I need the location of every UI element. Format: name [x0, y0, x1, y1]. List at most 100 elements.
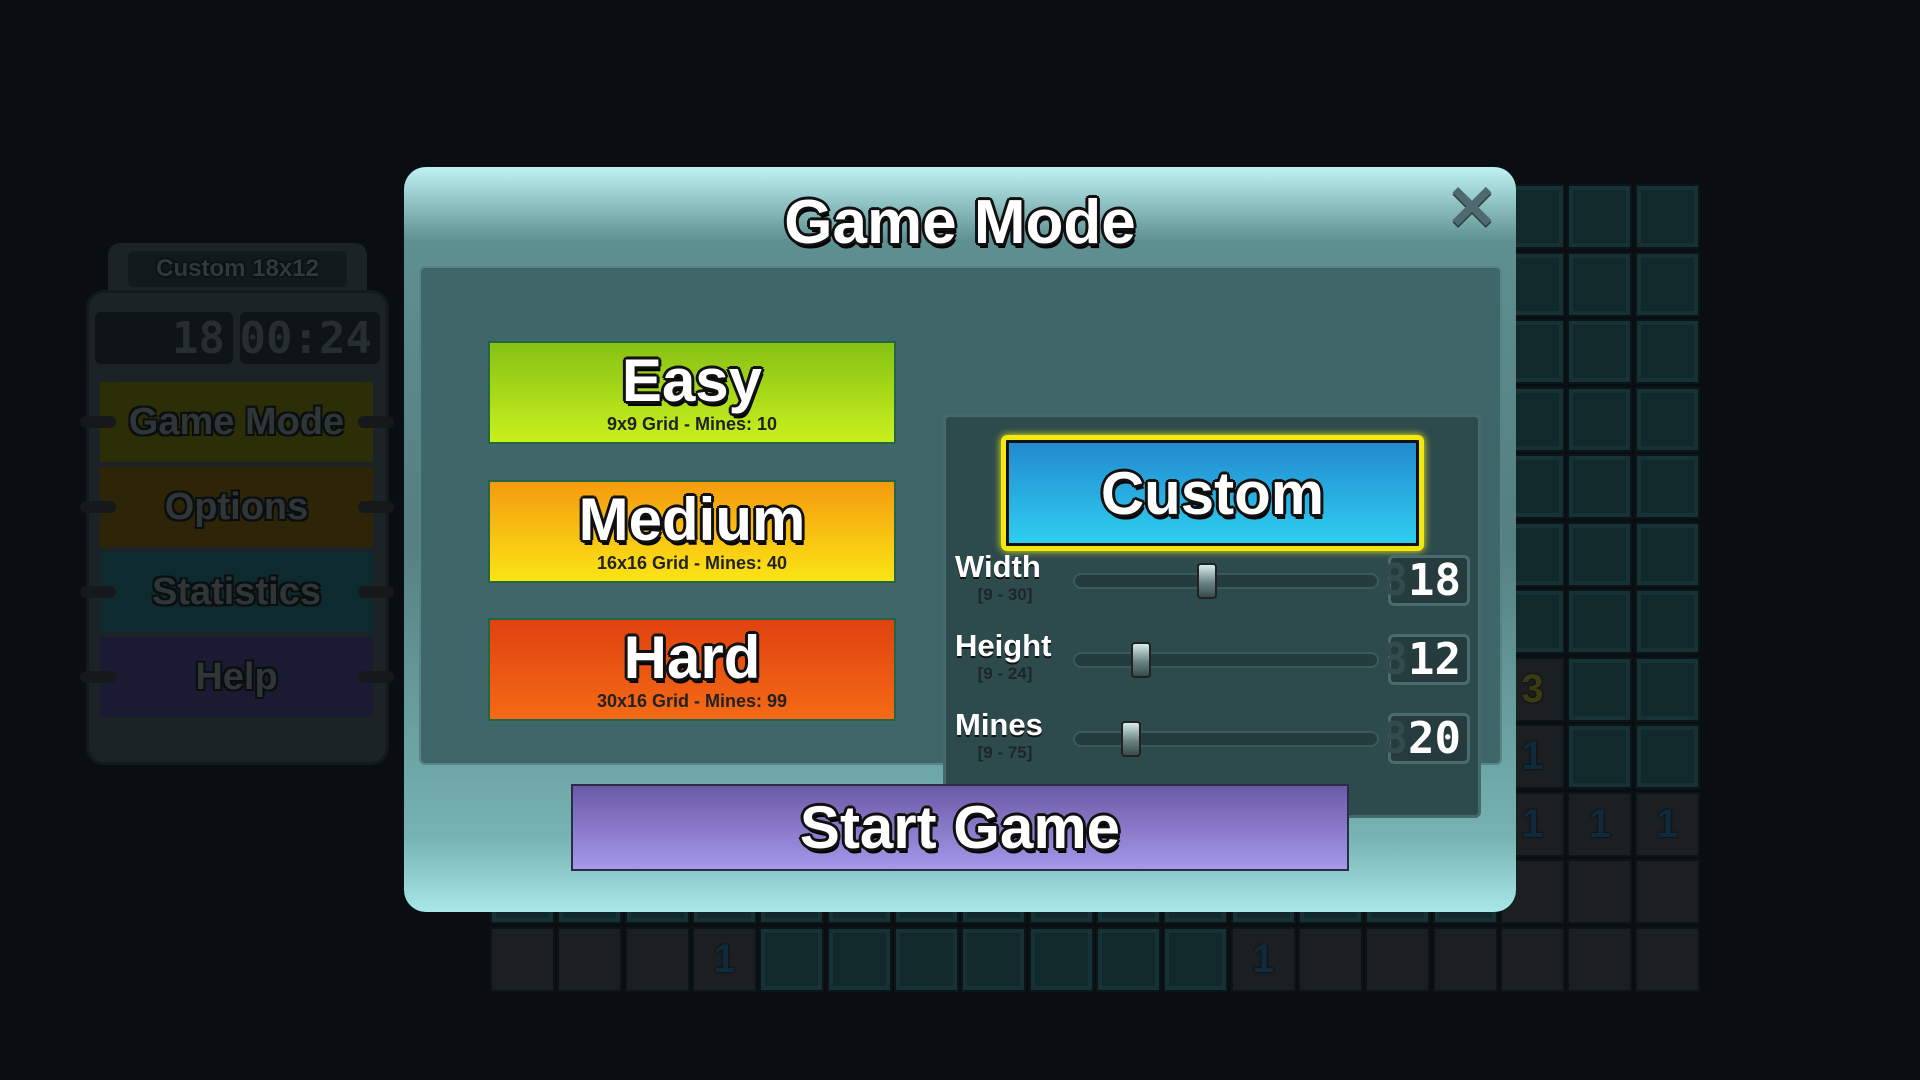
mode-tab: Custom 18x12: [108, 243, 367, 295]
preset-label: Easy: [621, 347, 763, 414]
revealed-cell[interactable]: [1634, 926, 1700, 992]
revealed-cell[interactable]: [1432, 926, 1498, 992]
hidden-cell[interactable]: [1567, 251, 1633, 317]
peg: [80, 501, 116, 513]
mine-counter: 18: [95, 312, 233, 364]
hidden-cell[interactable]: [1567, 386, 1633, 452]
revealed-cell[interactable]: [490, 926, 555, 992]
value-text: 20: [1408, 713, 1461, 764]
cell-number: 1: [1252, 936, 1275, 981]
mode-label: Custom 18x12: [128, 251, 347, 287]
preset-label: Medium: [578, 486, 806, 553]
hidden-cell[interactable]: [1567, 184, 1633, 249]
hidden-cell[interactable]: [1634, 251, 1700, 317]
height-slider[interactable]: [1073, 652, 1379, 668]
mines-slider[interactable]: [1073, 731, 1379, 747]
dialog-title: Game Mode: [784, 188, 1136, 257]
peg: [80, 586, 116, 598]
cell-number: 1: [1588, 801, 1611, 846]
hidden-cell[interactable]: [1634, 454, 1700, 519]
preset-easy-button[interactable]: Easy 9x9 Grid - Mines: 10: [488, 341, 896, 444]
height-value: 8 12: [1382, 634, 1470, 685]
hidden-cell[interactable]: [1634, 386, 1700, 452]
revealed-cell[interactable]: [1567, 926, 1633, 992]
hidden-cell[interactable]: [759, 926, 825, 992]
game-mode-dialog: Game Mode ✕ Easy 9x9 Grid - Mines: 10 Medi…: [404, 167, 1516, 912]
width-slider-thumb[interactable]: [1197, 563, 1218, 599]
hidden-cell[interactable]: [1634, 589, 1700, 654]
revealed-cell[interactable]: [557, 926, 623, 992]
cell-number: 1: [1521, 734, 1544, 778]
revealed-cell[interactable]: [1298, 926, 1363, 992]
hidden-cell[interactable]: [1634, 319, 1700, 384]
preset-description: 16x16 Grid - Mines: 40: [596, 553, 788, 573]
side-button-label: Help: [195, 655, 278, 698]
start-game-button[interactable]: Start Game: [571, 784, 1349, 871]
peg: [358, 501, 394, 513]
hidden-cell[interactable]: [1163, 926, 1229, 992]
hidden-cell[interactable]: [894, 926, 959, 992]
cell-number: 1: [713, 936, 736, 981]
preset-medium-button[interactable]: Medium 16x16 Grid - Mines: 40: [488, 480, 896, 583]
width-value: 8 18: [1382, 555, 1470, 606]
revealed-cell[interactable]: [1634, 859, 1700, 924]
hidden-cell[interactable]: [1567, 454, 1633, 519]
peg: [358, 416, 394, 428]
custom-panel: Custom Width [9 - 30] 8 18 Height [9 - 24]…: [943, 414, 1481, 818]
slider-label: Mines: [955, 707, 1043, 742]
cell-number: 1: [1521, 801, 1544, 846]
hidden-cell[interactable]: [1567, 724, 1633, 789]
hidden-cell[interactable]: [1567, 656, 1633, 722]
peg: [358, 586, 394, 598]
slider-label: Height: [955, 628, 1052, 663]
hidden-cell[interactable]: [1634, 521, 1700, 587]
preset-description: 9x9 Grid - Mines: 10: [606, 414, 778, 434]
hidden-cell[interactable]: [1634, 724, 1700, 789]
timer: 00:24: [240, 312, 380, 364]
side-button-label: Options: [164, 485, 309, 528]
hidden-cell[interactable]: [1634, 184, 1700, 249]
hidden-cell[interactable]: [826, 926, 892, 992]
lcd-ghost-digit: 8: [1381, 555, 1409, 606]
side-button-label: Game Mode: [128, 400, 345, 443]
revealed-cell[interactable]: [1365, 926, 1431, 992]
revealed-cell[interactable]: 1: [1634, 791, 1700, 857]
slider-range: [9 - 24]: [977, 664, 1033, 683]
side-button-label: Statistics: [152, 570, 321, 613]
hidden-cell[interactable]: [961, 926, 1027, 992]
slider-range: [9 - 30]: [977, 585, 1033, 604]
peg: [80, 671, 116, 683]
hidden-cell[interactable]: [1096, 926, 1161, 992]
cell-number: 1: [1656, 801, 1679, 846]
hidden-cell[interactable]: [1567, 521, 1633, 587]
revealed-cell[interactable]: [1500, 926, 1565, 992]
slider-label: Width: [955, 549, 1041, 584]
hidden-cell[interactable]: [1567, 589, 1633, 654]
mines-value: 8 20: [1382, 713, 1470, 764]
revealed-cell[interactable]: 1: [1230, 926, 1296, 992]
lcd-ghost-digit: 8: [1381, 713, 1409, 764]
slider-range: [9 - 75]: [977, 743, 1033, 762]
side-button-game-mode[interactable]: Game Mode: [100, 382, 373, 462]
side-button-options[interactable]: Options: [100, 467, 373, 547]
height-slider-thumb[interactable]: [1131, 642, 1151, 678]
close-icon[interactable]: ✕: [1444, 178, 1500, 240]
side-button-help[interactable]: Help: [100, 637, 373, 717]
preset-hard-button[interactable]: Hard 30x16 Grid - Mines: 99: [488, 618, 896, 721]
value-text: 12: [1408, 634, 1461, 685]
revealed-cell[interactable]: 1: [692, 926, 757, 992]
revealed-cell[interactable]: [1567, 859, 1633, 924]
width-slider[interactable]: [1073, 573, 1379, 589]
cell-number: 3: [1521, 666, 1544, 711]
hidden-cell[interactable]: [1634, 656, 1700, 722]
custom-button[interactable]: Custom: [1001, 435, 1424, 551]
preset-description: 30x16 Grid - Mines: 99: [596, 691, 788, 711]
revealed-cell[interactable]: 1: [1567, 791, 1633, 857]
revealed-cell[interactable]: [624, 926, 690, 992]
side-button-statistics[interactable]: Statistics: [100, 552, 373, 632]
value-text: 18: [1408, 555, 1461, 606]
peg: [80, 416, 116, 428]
mines-slider-thumb[interactable]: [1121, 721, 1142, 757]
hidden-cell[interactable]: [1028, 926, 1094, 992]
hidden-cell[interactable]: [1567, 319, 1633, 384]
